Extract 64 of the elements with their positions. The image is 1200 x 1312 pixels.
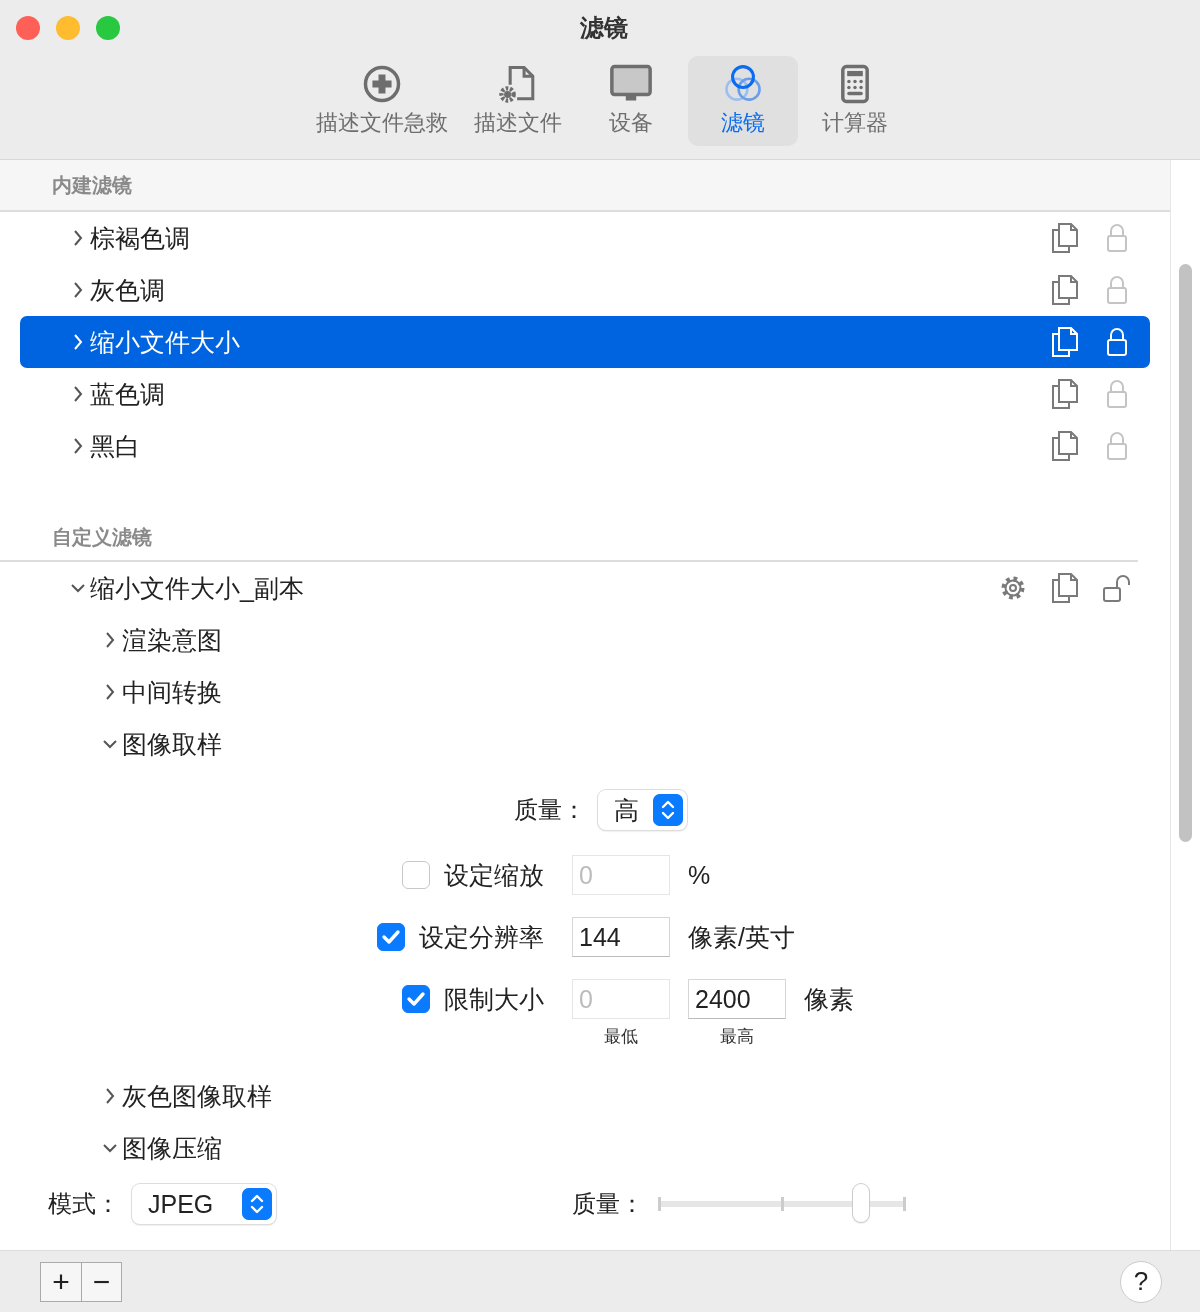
unit-label: % [688, 860, 711, 891]
slider-thumb[interactable] [853, 1184, 870, 1222]
copy-icon[interactable] [1050, 571, 1080, 605]
group-row[interactable]: 图像压缩 [32, 1122, 1170, 1174]
input-field[interactable]: 2400 [688, 979, 786, 1019]
toolbar-tab[interactable]: 滤镜 [688, 56, 798, 146]
quality-dropdown[interactable]: 高 [598, 790, 687, 830]
add-button[interactable]: + [41, 1262, 81, 1301]
option-label: 设定分辨率 [419, 921, 544, 953]
filter-row[interactable]: 棕褐色调 [0, 212, 1170, 264]
checkmark-icon [406, 989, 426, 1009]
row-label: 黑白 [90, 430, 140, 462]
filter-row[interactable]: 灰色调 [0, 264, 1170, 316]
field-label: 质量： [513, 795, 587, 825]
copy-icon[interactable] [1050, 377, 1080, 411]
stepper-icon [242, 1188, 272, 1220]
filter-row[interactable]: 蓝色调 [0, 368, 1170, 420]
checkbox[interactable] [402, 985, 430, 1013]
row-label: 灰色调 [90, 274, 165, 306]
row-label: 中间转换 [122, 676, 222, 708]
checkbox[interactable] [377, 923, 405, 951]
row-label: 棕褐色调 [90, 222, 190, 254]
filter-row[interactable]: 缩小文件大小_副本 [0, 562, 1170, 614]
scroll-thumb[interactable] [1179, 264, 1192, 842]
section-header: 内建滤镜 [52, 172, 132, 198]
group-row[interactable]: 图像取样 [32, 718, 1170, 770]
group-row[interactable]: 渲染意图 [32, 614, 1170, 666]
row-label: 渲染意图 [122, 624, 222, 656]
option-label: 设定缩放 [444, 859, 544, 891]
mode-dropdown[interactable]: JPEG [132, 1184, 276, 1224]
copy-icon[interactable] [1050, 273, 1080, 307]
copy-icon[interactable] [1050, 325, 1080, 359]
row-label: 图像取样 [122, 728, 222, 760]
row-label: 蓝色调 [90, 378, 165, 410]
group-row[interactable]: 中间转换 [32, 666, 1170, 718]
row-label: 缩小文件大小 [90, 326, 240, 358]
checkmark-icon [381, 927, 401, 947]
row-label: 图像压缩 [122, 1132, 222, 1164]
field-caption: 最高 [719, 1026, 755, 1048]
checkbox[interactable] [402, 861, 430, 889]
help-button[interactable]: ? [1120, 1260, 1162, 1303]
field-label: 质量： [572, 1189, 644, 1219]
stepper-icon [653, 794, 683, 826]
option-label: 限制大小 [444, 983, 544, 1015]
toolbar-tab[interactable]: 描述文件 [462, 56, 574, 146]
copy-icon[interactable] [1050, 221, 1080, 255]
field-caption: 最低 [603, 1026, 639, 1048]
group-row[interactable]: 灰色图像取样 [32, 1070, 1170, 1122]
field-label: 模式： [47, 1189, 120, 1219]
input-field[interactable]: 144 [572, 917, 670, 957]
close-button[interactable] [16, 16, 40, 40]
remove-button[interactable]: − [81, 1262, 121, 1301]
toolbar-tab[interactable]: 计算器 [800, 56, 910, 146]
row-label: 灰色图像取样 [122, 1080, 272, 1112]
copy-icon[interactable] [1050, 429, 1080, 463]
unit-label: 像素 [804, 984, 854, 1015]
selected-row[interactable]: 缩小文件大小 [20, 316, 1150, 368]
window-title: 滤镜 [580, 13, 628, 43]
section-header: 自定义滤镜 [52, 524, 152, 550]
toolbar-tab[interactable]: 设备 [576, 56, 686, 146]
row-label: 缩小文件大小_副本 [90, 572, 304, 604]
filter-row[interactable]: 黑白 [0, 420, 1170, 472]
toolbar-tab[interactable]: 描述文件急救 [304, 56, 460, 146]
unit-label: 像素/英寸 [688, 922, 795, 953]
